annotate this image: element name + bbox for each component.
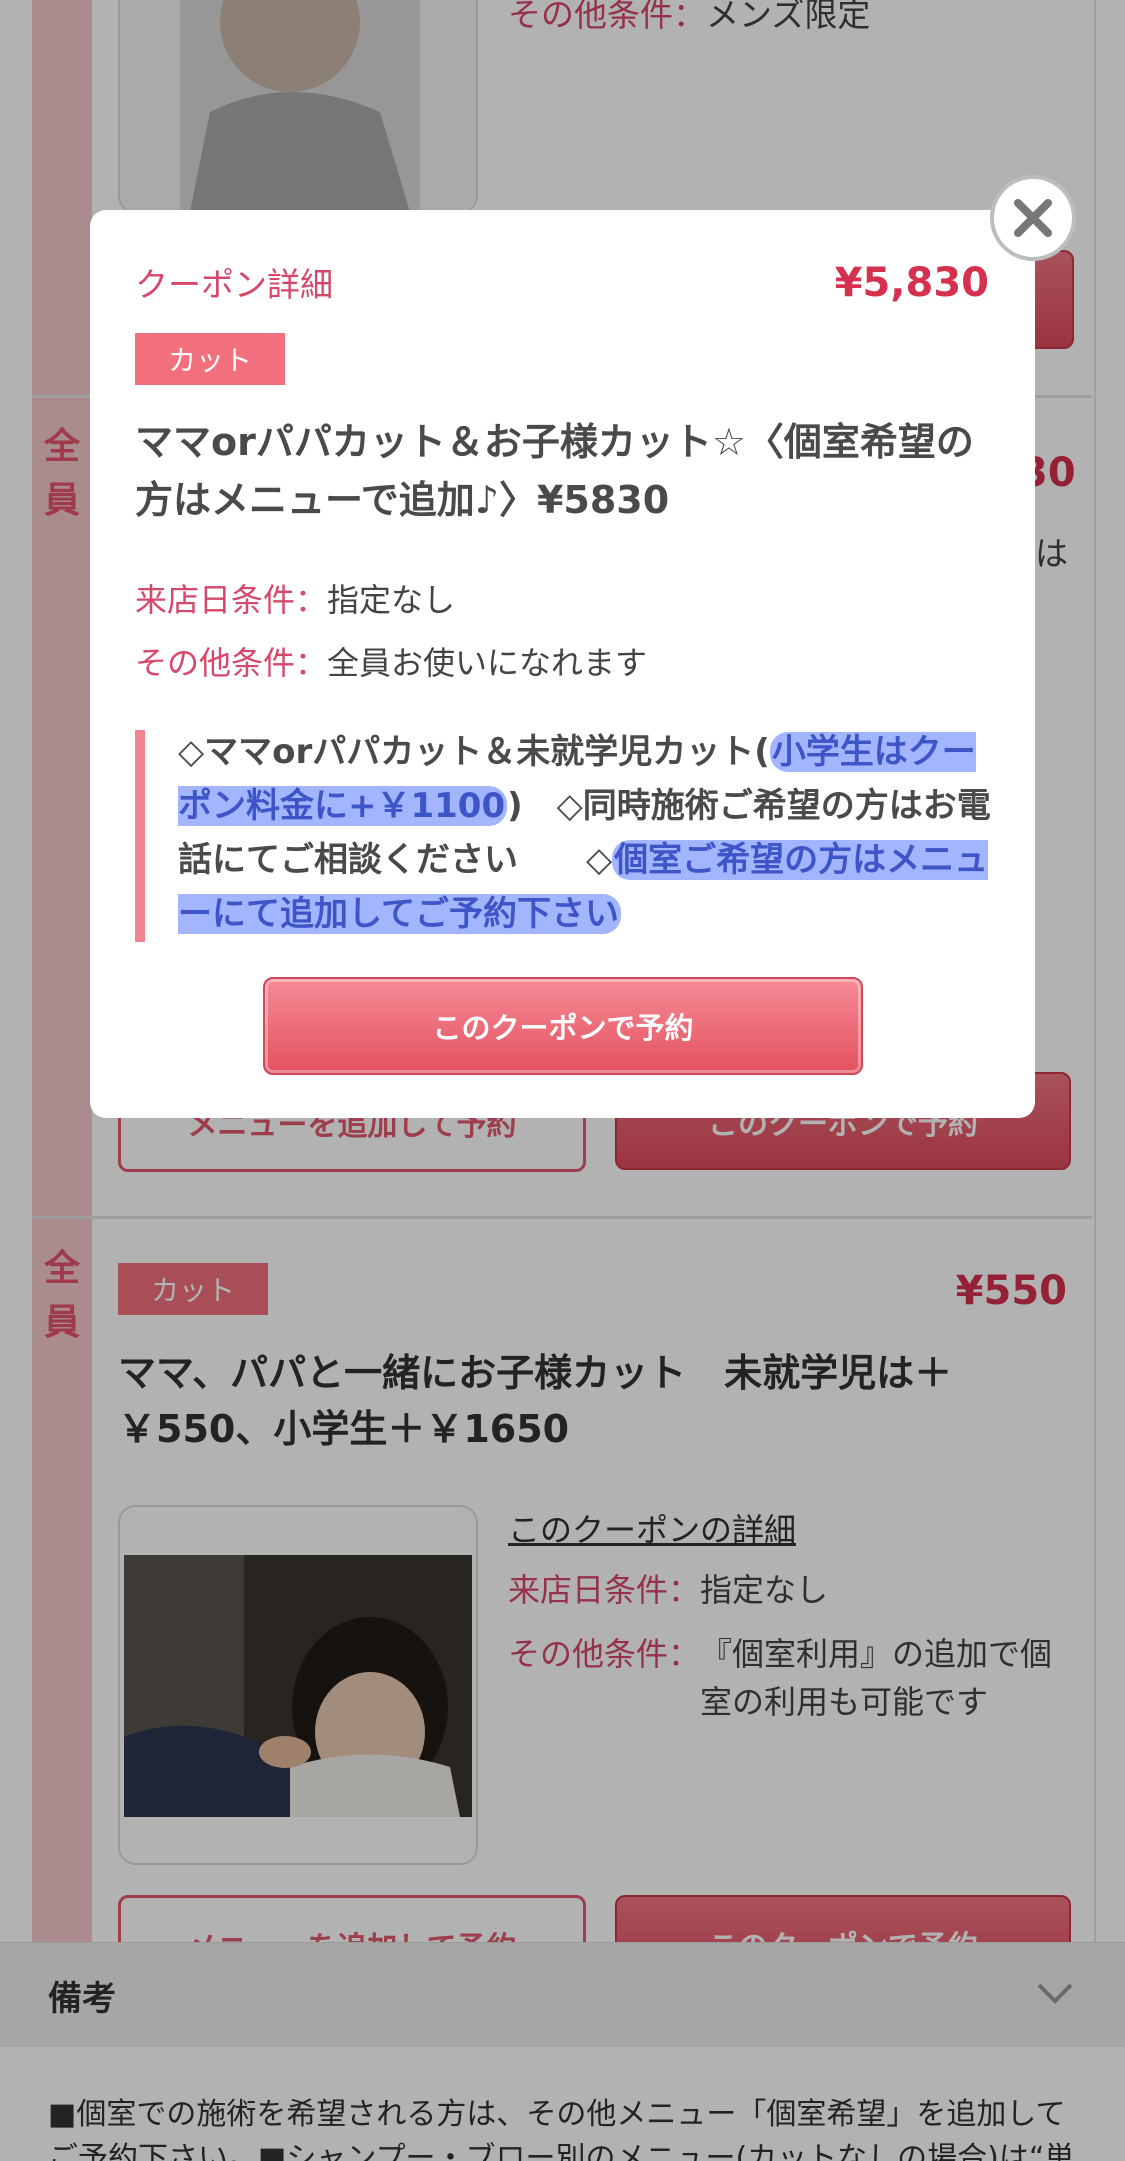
modal-heading: クーポン詳細 bbox=[135, 265, 333, 304]
page: その他条件：メンズ限定 全員 30 は メニューを追加して予約 このクーポンで予… bbox=[0, 0, 1125, 2161]
close-icon[interactable] bbox=[1010, 195, 1056, 241]
modal-coupon-title: ママorパパカット＆お子様カット☆〈個室希望の方はメニューで追加♪〉¥5830 bbox=[135, 420, 974, 522]
modal-other-condition: その他条件：全員お使いになれます bbox=[135, 644, 648, 682]
description-accent-bar bbox=[135, 730, 145, 942]
modal-price: ¥5,830 bbox=[834, 260, 989, 306]
modal-reserve-button[interactable]: このクーポンで予約 bbox=[263, 977, 863, 1075]
modal-close-button[interactable] bbox=[990, 175, 1076, 261]
modal-category-tag: カット bbox=[135, 333, 285, 385]
modal-visit-condition: 来店日条件：指定なし bbox=[135, 581, 456, 619]
modal-description: ◇ママorパパカット＆未就学児カット(小学生はクーポン料金に+￥1100) ◇同… bbox=[178, 732, 991, 934]
coupon-detail-modal: クーポン詳細 ¥5,830 カット ママorパパカット＆お子様カット☆〈個室希望… bbox=[90, 210, 1035, 1118]
